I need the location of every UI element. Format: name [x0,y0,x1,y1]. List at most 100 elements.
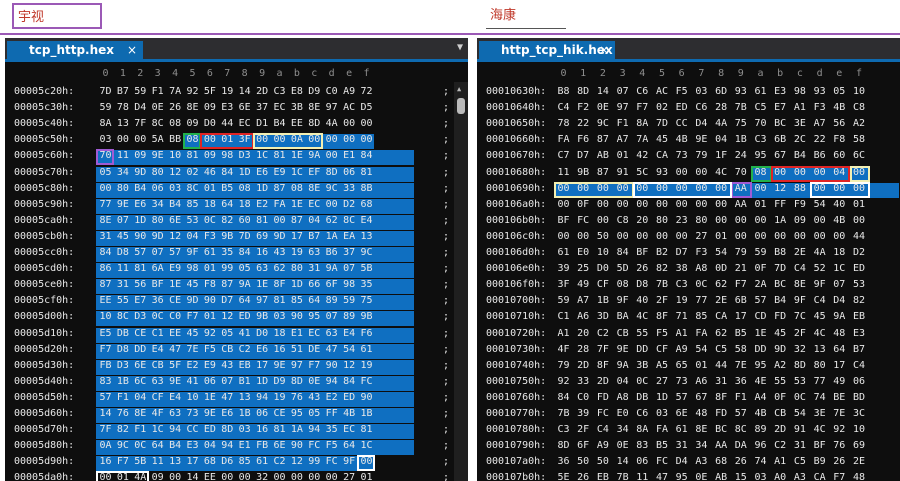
hex-byte[interactable]: 14 [594,86,611,97]
hex-byte[interactable]: 7D [772,263,789,274]
hex-byte[interactable]: 3C [851,408,868,419]
hex-byte[interactable]: 4C [811,424,828,435]
hex-byte[interactable]: 81 [271,150,288,161]
hex-byte[interactable]: A2 [851,118,868,129]
hex-byte[interactable]: 80 [114,183,131,194]
hex-byte[interactable]: 45 [184,279,201,290]
hex-byte[interactable]: FC [654,456,671,467]
hex-byte[interactable]: 06 [341,167,358,178]
hex-byte[interactable]: 3B [288,102,305,113]
hex-byte[interactable]: B1 [236,376,253,387]
hex-byte[interactable]: 07 [323,311,340,322]
hex-byte[interactable]: 00 [811,215,828,226]
hex-byte[interactable]: 82 [114,424,131,435]
hex-byte[interactable]: E9 [201,360,218,371]
hex-byte[interactable]: F7 [306,360,323,371]
close-icon[interactable]: × [599,41,609,59]
hex-byte[interactable]: B4 [167,440,184,451]
hex-byte[interactable]: EE [97,295,114,306]
hex-byte[interactable]: C4 [851,360,868,371]
hex-byte[interactable]: 82 [654,263,671,274]
hex-byte[interactable]: 19 [271,392,288,403]
hex-row[interactable]: 00005d90h: 16 F7 5B 11 13 17 68 D6 85 61 C2 12 99 FC 9F… [5,455,468,471]
hex-byte[interactable]: 00 [575,231,592,242]
hex-byte[interactable]: 90 [288,311,305,322]
hex-byte[interactable]: 67 [693,392,710,403]
hex-byte[interactable]: 41 [184,376,201,387]
hex-byte[interactable]: 0E [149,102,166,113]
hex-byte[interactable]: 54 [811,199,828,210]
hex-byte[interactable]: 59 [97,102,114,113]
hex-byte[interactable]: 03 [654,408,671,419]
hex-byte[interactable]: 09 [132,150,149,161]
hex-byte[interactable]: B7 [114,86,131,97]
hex-byte[interactable]: 8C [114,311,131,322]
hex-byte[interactable]: 66 [306,279,323,290]
hex-byte[interactable]: E8 [288,86,305,97]
hex-byte[interactable]: 00 [811,231,828,242]
hex-byte[interactable]: F1 [132,424,149,435]
hex-row[interactable]: 000106d0h: 61 E0 10 84 BF B2 D7 F3 54 79 59 B8 2E 4A 18… [477,246,900,262]
hex-byte[interactable]: 27 [341,472,358,481]
hex-byte[interactable]: C5 [713,344,730,355]
hex-byte[interactable]: 2D [254,86,271,97]
hex-byte[interactable]: 1D [254,376,271,387]
hex-byte[interactable]: 04 [201,440,218,451]
hex-byte[interactable]: 76 [288,392,305,403]
hex-byte[interactable]: 53 [791,376,808,387]
hex-row[interactable]: 00010770h: 7B 39 FC E0 C6 03 6E 48 FD 57 4B CB 54 3E 7E… [477,407,900,423]
hex-byte[interactable]: D9 [271,376,288,387]
hex-byte[interactable]: 05 [219,328,236,339]
hex-byte[interactable]: C8 [614,215,631,226]
hex-byte[interactable]: 00 [271,472,288,481]
hex-byte[interactable]: 00 [341,134,358,145]
hex-byte[interactable]: 00 [271,215,288,226]
hex-byte[interactable]: 1E [288,150,305,161]
hex-byte[interactable]: 00 [114,134,131,145]
hex-byte[interactable]: 9E [149,150,166,161]
hex-byte[interactable]: 04 [132,392,149,403]
hex-row[interactable]: 00010790h: 8D 6F A9 0E 83 B5 31 34 AA DA 96 C2 31 BF 76… [477,439,900,455]
hex-byte[interactable]: FF [323,408,340,419]
hex-byte[interactable]: 00 [306,472,323,481]
hex-byte[interactable]: 1E [167,279,184,290]
hex-byte[interactable]: 09 [201,150,218,161]
hex-byte[interactable]: 07 [831,279,848,290]
hex-byte[interactable]: 1D [132,215,149,226]
hex-byte[interactable]: AB [713,472,730,481]
hex-byte[interactable]: 3D [594,311,611,322]
hex-byte[interactable]: 9D [184,295,201,306]
hex-byte[interactable]: 7B [654,279,671,290]
hex-byte[interactable]: B4 [132,183,149,194]
hex-row[interactable]: 00010630h: B8 8D 14 07 C6 AC F5 03 6D 93 61 E3 98 93 05… [477,85,900,101]
hex-byte[interactable]: CE [132,328,149,339]
hex-byte[interactable]: 73 [184,408,201,419]
hex-byte[interactable]: 6F [575,440,592,451]
hex-byte[interactable]: F3 [693,247,710,258]
hex-byte[interactable]: F5 [201,344,218,355]
hex-byte[interactable]: CA [654,150,671,161]
hex-byte[interactable]: 63 [149,376,166,387]
hex-byte[interactable]: 6B [772,134,789,145]
hex-row[interactable]: 00010670h: C7 D7 AB 01 42 CA 73 79 1F 24 95 67 B4 B6 60… [477,149,900,165]
hex-byte[interactable]: 64 [149,440,166,451]
hex-byte[interactable]: 4A [713,118,730,129]
hex-byte[interactable]: 61 [201,247,218,258]
hex-byte[interactable]: 64 [341,440,358,451]
hex-byte[interactable]: CF [594,279,611,290]
hex-byte[interactable]: 48 [693,408,710,419]
hex-byte[interactable]: 0C [634,376,651,387]
hex-row[interactable]: 000107a0h: 36 50 50 14 06 FC D4 A3 68 26 74 A1 C5 B9 26… [477,455,900,471]
hex-byte[interactable]: 37 [254,102,271,113]
hex-byte[interactable]: 43 [219,360,236,371]
hex-byte[interactable]: E3 [219,102,236,113]
hex-byte[interactable]: 9E [614,344,631,355]
hex-byte[interactable]: E6 [254,167,271,178]
hex-byte[interactable]: 45 [811,311,828,322]
hex-byte[interactable]: BF [555,215,572,226]
hex-byte[interactable]: F1 [614,118,631,129]
hex-row[interactable]: 00005cd0h: 86 11 81 6A E9 98 01 99 05 63 62 80 31 9A 07… [5,262,468,278]
hex-byte[interactable]: 03 [693,86,710,97]
hex-byte[interactable]: 00 [594,215,611,226]
hex-byte[interactable]: 32 [254,472,271,481]
